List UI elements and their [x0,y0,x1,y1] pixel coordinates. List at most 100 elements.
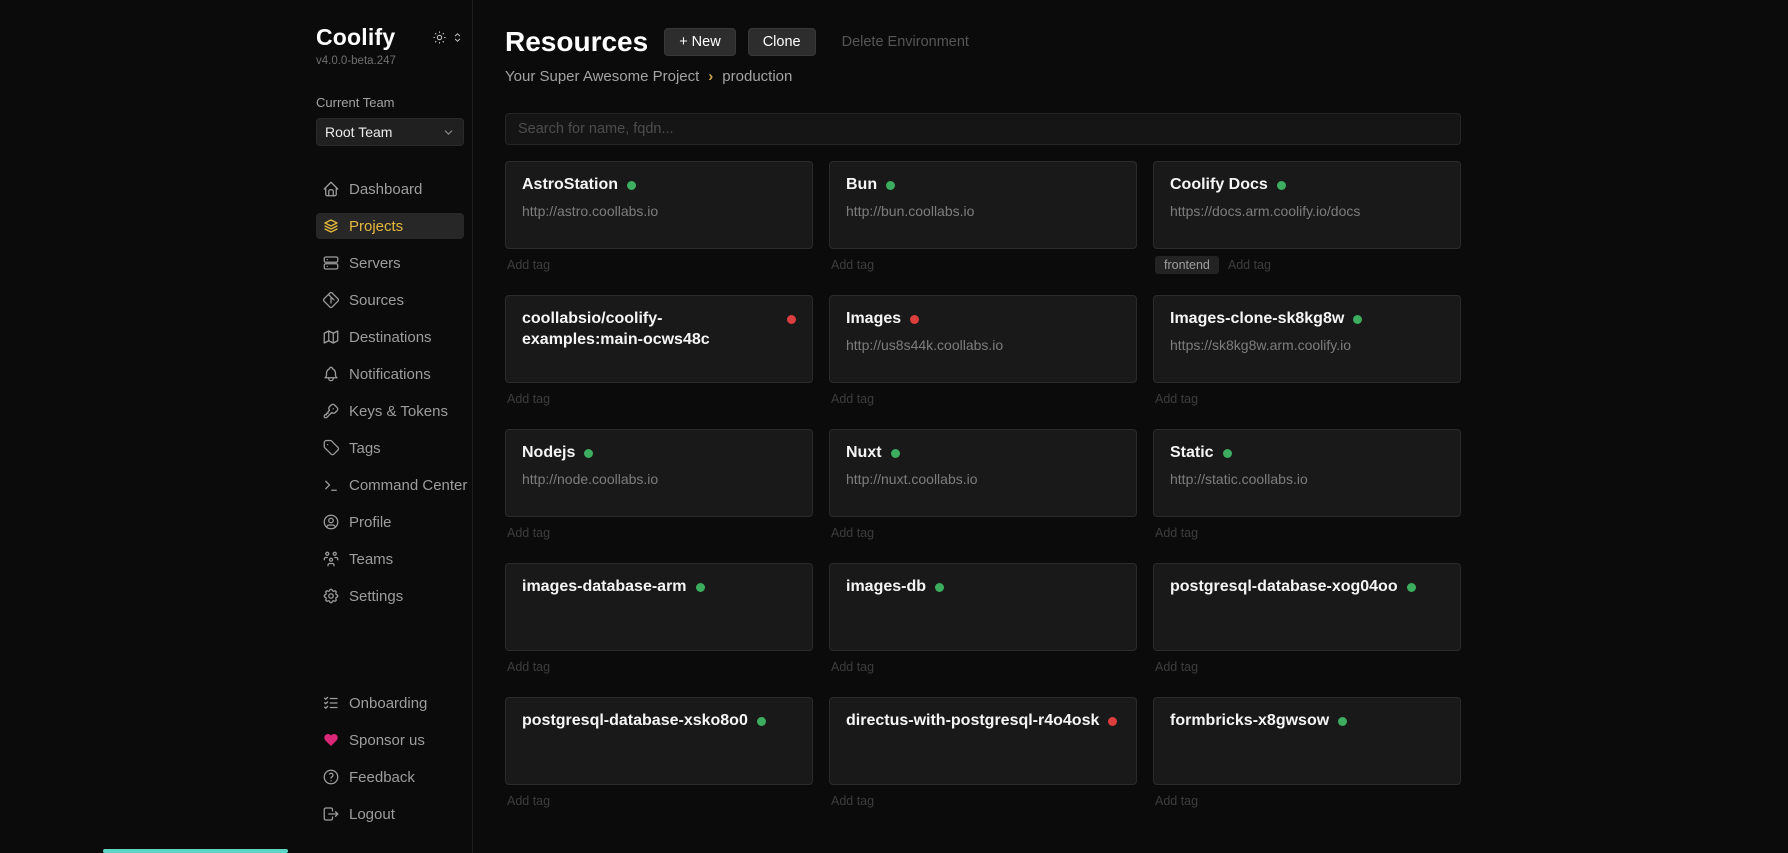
user-circle-icon [322,513,340,531]
resource-card-nodejs[interactable]: Nodejshttp://node.coollabs.io [505,429,813,517]
theme-toggle-sun-icon[interactable] [432,30,447,45]
add-tag-button[interactable]: Add tag [831,660,874,674]
status-dot-running [1277,181,1286,190]
sidebar-item-teams[interactable]: Teams [316,546,464,572]
terminal-icon [322,476,340,494]
add-tag-button[interactable]: Add tag [831,526,874,540]
tag-row: Add tag [1153,523,1461,543]
sidebar-item-logout[interactable]: Logout [316,801,464,827]
sidebar-item-onboarding[interactable]: Onboarding [316,690,464,716]
resource-card-images-database-arm[interactable]: images-database-arm [505,563,813,651]
add-tag-button[interactable]: Add tag [1228,258,1271,272]
add-tag-button[interactable]: Add tag [1155,392,1198,406]
tag-row: Add tag [829,255,1137,275]
resource-cell: directus-with-postgresql-r4o4osk Add tag [829,697,1137,811]
sidebar-item-dashboard[interactable]: Dashboard [316,176,464,202]
breadcrumb-project[interactable]: Your Super Awesome Project [505,68,699,85]
tag-badge-frontend[interactable]: frontend [1155,256,1219,274]
resource-name: Images-clone-sk8kg8w [1170,309,1344,330]
tag-row: Add tag [505,791,813,811]
sidebar-item-profile[interactable]: Profile [316,509,464,535]
status-dot-running [696,583,705,592]
sidebar-footer-nav: Onboarding Sponsor us Feedback Logout [316,690,464,827]
sidebar-item-label: Logout [349,806,395,823]
delete-environment-button[interactable]: Delete Environment [836,29,975,55]
sidebar-item-label: Sponsor us [349,732,425,749]
resource-name: Nuxt [846,443,882,464]
sidebar-item-label: Feedback [349,769,415,786]
breadcrumb-environment[interactable]: production [722,68,792,85]
resource-name: formbricks-x8gwsow [1170,711,1329,732]
resource-card-images-clone-sk8kg8w[interactable]: Images-clone-sk8kg8whttps://sk8kg8w.arm.… [1153,295,1461,383]
logout-icon [322,805,340,823]
sidebar-item-notifications[interactable]: Notifications [316,361,464,387]
map-icon [322,328,340,346]
left-gutter [0,0,310,853]
status-dot-error [787,315,796,324]
resource-cell: Statichttp://static.coollabs.io Add tag [1153,429,1461,543]
breadcrumb-chevron-icon: › [708,68,713,85]
resource-card-static[interactable]: Statichttp://static.coollabs.io [1153,429,1461,517]
sidebar-item-projects[interactable]: Projects [316,213,464,239]
resource-cell: Imageshttp://us8s44k.coollabs.io Add tag [829,295,1137,409]
resource-cell: Images-clone-sk8kg8whttps://sk8kg8w.arm.… [1153,295,1461,409]
clone-button[interactable]: Clone [748,28,816,56]
sidebar-header: Coolify [316,24,464,51]
heart-icon [322,731,340,749]
resource-card-astrostation[interactable]: AstroStationhttp://astro.coollabs.io [505,161,813,249]
sidebar-item-sponsor-us[interactable]: Sponsor us [316,727,464,753]
sidebar-item-destinations[interactable]: Destinations [316,324,464,350]
sidebar-item-servers[interactable]: Servers [316,250,464,276]
tag-row: Add tag [829,791,1137,811]
add-tag-button[interactable]: Add tag [1155,526,1198,540]
resource-card-coolify-docs[interactable]: Coolify Docshttps://docs.arm.coolify.io/… [1153,161,1461,249]
resource-cell: postgresql-database-xsko8o0 Add tag [505,697,813,811]
team-select[interactable]: Root Team [316,118,464,146]
add-tag-button[interactable]: Add tag [1155,660,1198,674]
resource-card-bun[interactable]: Bunhttp://bun.coollabs.io [829,161,1137,249]
new-button[interactable]: + New [664,28,736,56]
resource-card-nuxt[interactable]: Nuxthttp://nuxt.coollabs.io [829,429,1137,517]
sidebar-item-settings[interactable]: Settings [316,583,464,609]
tag-icon [322,439,340,457]
sidebar: Coolify v4.0.0-beta.247 Current Team Roo… [310,0,473,853]
tag-row: Add tag [829,523,1137,543]
resource-card-images[interactable]: Imageshttp://us8s44k.coollabs.io [829,295,1137,383]
add-tag-button[interactable]: Add tag [507,660,550,674]
tag-row: Add tag [1153,389,1461,409]
resource-card-directus-with-postgresql-r4o4osk[interactable]: directus-with-postgresql-r4o4osk [829,697,1137,785]
sidebar-item-label: Sources [349,292,404,309]
status-dot-running [757,717,766,726]
search-input[interactable] [505,113,1461,145]
resource-url: http://us8s44k.coollabs.io [846,337,1120,353]
add-tag-button[interactable]: Add tag [507,526,550,540]
main-content: Resources + New Clone Delete Environment… [473,0,1788,853]
resource-cell: postgresql-database-xog04oo Add tag [1153,563,1461,677]
tag-row: Add tag [1153,791,1461,811]
add-tag-button[interactable]: Add tag [831,794,874,808]
add-tag-button[interactable]: Add tag [831,392,874,406]
resource-name: postgresql-database-xsko8o0 [522,711,748,732]
resource-url: http://node.coollabs.io [522,471,796,487]
sidebar-item-sources[interactable]: Sources [316,287,464,313]
add-tag-button[interactable]: Add tag [507,258,550,272]
resource-card-formbricks-x8gwsow[interactable]: formbricks-x8gwsow [1153,697,1461,785]
sidebar-item-keys-tokens[interactable]: Keys & Tokens [316,398,464,424]
sidebar-item-command-center[interactable]: Command Center [316,472,464,498]
add-tag-button[interactable]: Add tag [1155,794,1198,808]
sidebar-item-tags[interactable]: Tags [316,435,464,461]
add-tag-button[interactable]: Add tag [831,258,874,272]
add-tag-button[interactable]: Add tag [507,794,550,808]
status-dot-error [910,315,919,324]
resource-card-postgresql-database-xog04oo[interactable]: postgresql-database-xog04oo [1153,563,1461,651]
resource-card-coollabsio-coolify-examples-main-ocws48c[interactable]: coollabsio/coolify-examples:main-ocws48c [505,295,813,383]
status-dot-error [1108,717,1117,726]
chevron-up-down-icon[interactable] [451,31,464,44]
sidebar-item-label: Onboarding [349,695,427,712]
sidebar-item-label: Settings [349,588,403,605]
sidebar-item-feedback[interactable]: Feedback [316,764,464,790]
resource-card-images-db[interactable]: images-db [829,563,1137,651]
resource-url: http://astro.coollabs.io [522,203,796,219]
add-tag-button[interactable]: Add tag [507,392,550,406]
resource-card-postgresql-database-xsko8o0[interactable]: postgresql-database-xsko8o0 [505,697,813,785]
